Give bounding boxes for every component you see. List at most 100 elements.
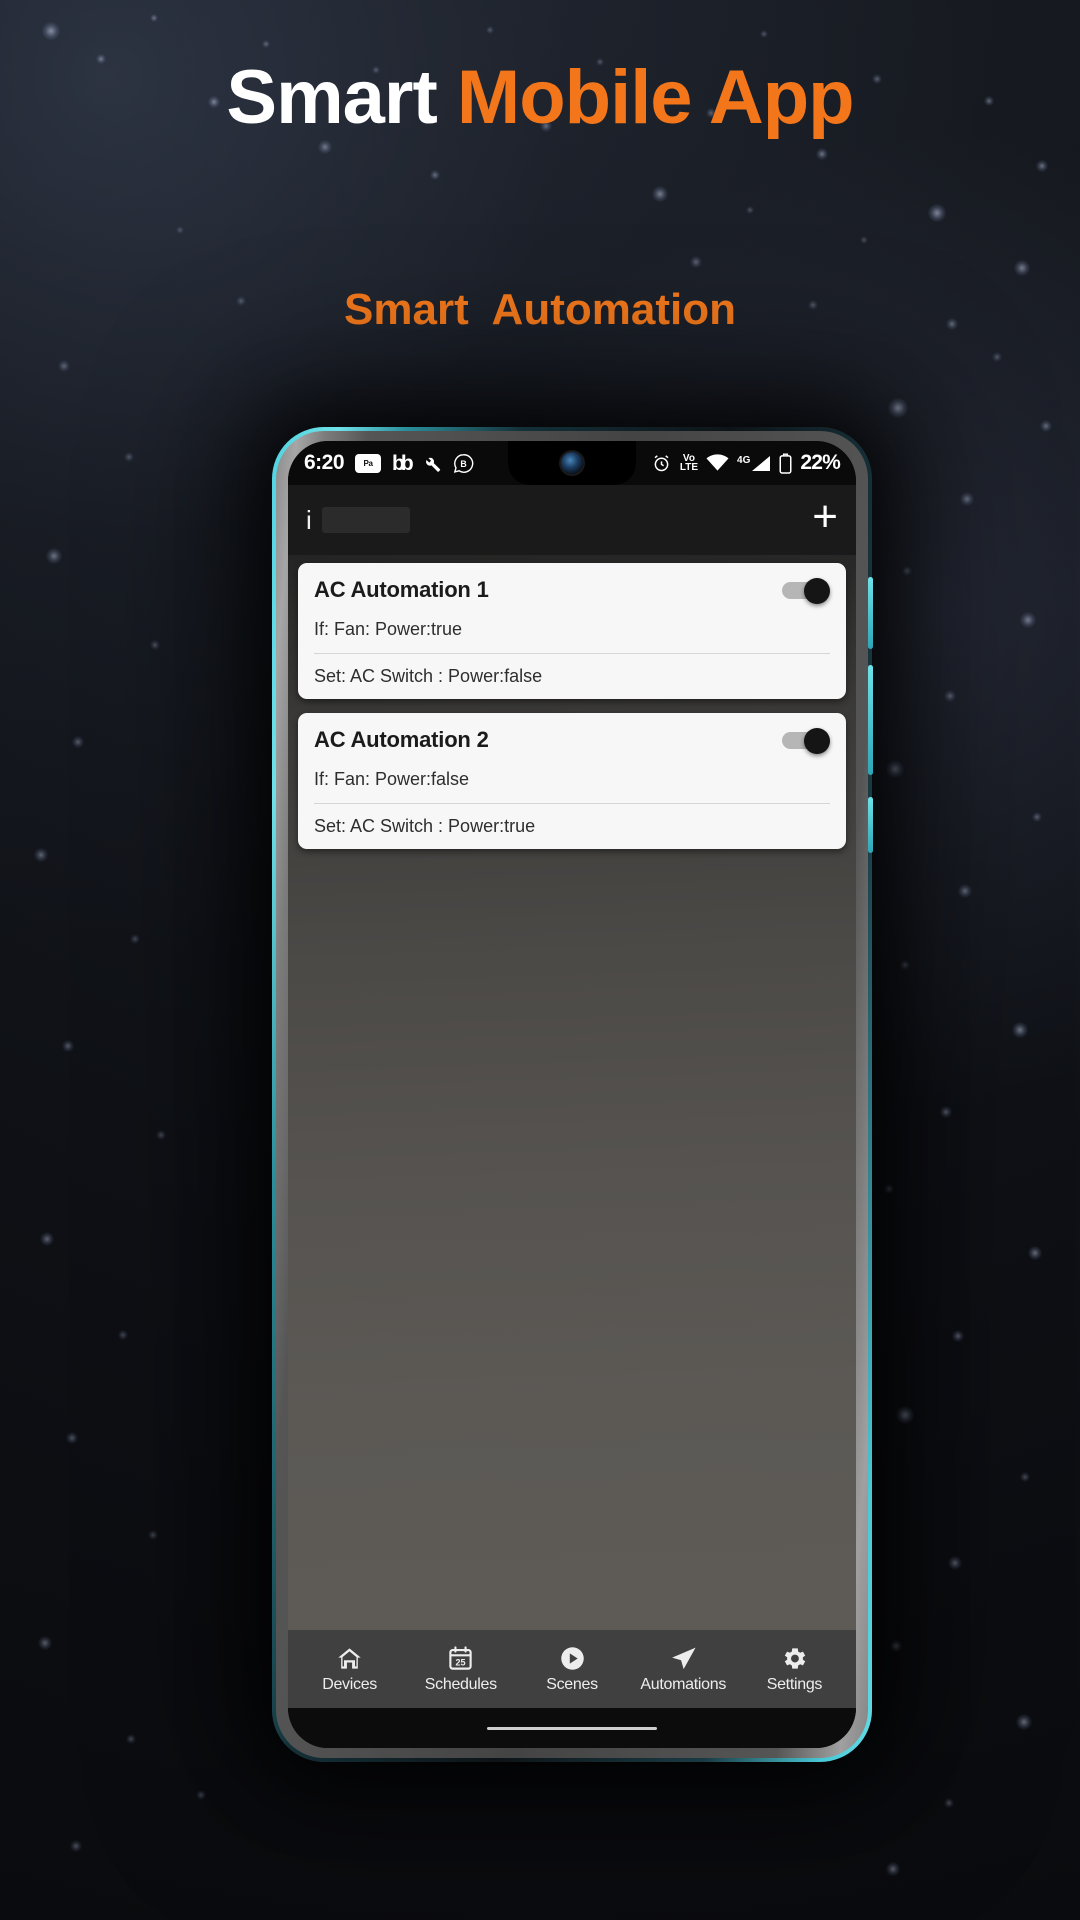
star-dot — [690, 256, 702, 268]
paytm-icon: Pa — [355, 453, 382, 473]
star-dot — [58, 360, 70, 372]
phone-volume-button — [868, 577, 873, 649]
nav-item-settings[interactable]: Settings — [739, 1644, 850, 1694]
play-circle-icon — [559, 1644, 586, 1672]
automation-card[interactable]: AC Automation 1 If: Fan: Power:true Set:… — [298, 563, 846, 699]
status-clock: 6:20 — [304, 451, 345, 474]
page-title-primary: Smart — [226, 55, 457, 140]
phone-screen: 6:20 Pa bb B Vo LTE 4G 22% i + AC Automa… — [288, 441, 856, 1748]
add-automation-button[interactable]: + — [812, 494, 838, 539]
star-dot — [148, 1530, 158, 1540]
nav-item-schedules[interactable]: 25 Schedules — [405, 1644, 516, 1694]
nav-label-settings: Settings — [766, 1676, 823, 1693]
volte-icon-bottom: LTE — [679, 462, 699, 473]
star-dot — [760, 30, 768, 38]
star-dot — [886, 1862, 900, 1876]
wifi-icon — [706, 454, 729, 472]
send-icon — [669, 1644, 698, 1672]
star-dot — [900, 960, 910, 970]
camera-notch — [508, 441, 636, 485]
whatsapp-business-icon: B — [453, 453, 474, 474]
star-dot — [150, 640, 160, 650]
star-dot — [958, 884, 972, 898]
star-dot — [62, 1040, 74, 1052]
status-bar-left: 6:20 Pa bb B — [304, 451, 474, 475]
page-subtitle: Smart Automation — [0, 285, 1080, 335]
automation-card-header: AC Automation 2 — [314, 727, 830, 754]
star-dot — [1016, 1714, 1032, 1730]
phone-frame: 6:20 Pa bb B Vo LTE 4G 22% i + AC Automa… — [276, 431, 868, 1758]
star-dot — [196, 1790, 206, 1800]
star-dot — [150, 14, 158, 22]
star-dot — [66, 1432, 78, 1444]
automation-toggle[interactable] — [782, 578, 830, 604]
nav-item-automations[interactable]: Automations — [628, 1644, 739, 1694]
status-bar-right: Vo LTE 4G 22% — [651, 451, 841, 475]
front-camera-icon — [561, 452, 583, 474]
star-dot — [902, 566, 912, 576]
star-dot — [46, 548, 62, 564]
nav-item-devices[interactable]: Devices — [294, 1644, 405, 1694]
star-dot — [860, 236, 868, 244]
star-dot — [1032, 812, 1042, 822]
phone-power-button — [868, 665, 873, 775]
gesture-navigation-bar — [288, 1708, 856, 1748]
star-dot — [1028, 1246, 1042, 1260]
star-dot — [1012, 1022, 1028, 1038]
app-header: i + — [288, 485, 856, 555]
star-dot — [1020, 612, 1036, 628]
star-dot — [1040, 420, 1052, 432]
star-dot — [1020, 1472, 1030, 1482]
star-dot — [486, 26, 494, 34]
star-dot — [176, 226, 184, 234]
nav-label-devices: Devices — [322, 1676, 377, 1693]
battery-percent-label: 22% — [800, 451, 840, 474]
phone-mockup: 6:20 Pa bb B Vo LTE 4G 22% i + AC Automa… — [272, 427, 873, 1762]
automation-action: Set: AC Switch : Power:false — [314, 666, 543, 686]
star-dot — [944, 690, 956, 702]
status-bar: 6:20 Pa bb B Vo LTE 4G 22% — [288, 441, 856, 485]
star-dot — [992, 352, 1002, 362]
automation-title: AC Automation 2 — [314, 727, 489, 752]
star-dot — [652, 186, 668, 202]
bottom-navigation: Devices 25 Schedules Scenes Automations … — [288, 1630, 856, 1708]
star-dot — [72, 736, 84, 748]
network-4g-icon: 4G — [737, 455, 771, 472]
automation-condition: If: Fan: Power:true — [314, 619, 463, 639]
automation-toggle[interactable] — [782, 728, 830, 754]
automation-condition: If: Fan: Power:false — [314, 769, 470, 789]
star-dot — [40, 1232, 54, 1246]
page-title: Smart Mobile App — [0, 56, 1080, 140]
star-dot — [126, 1734, 136, 1744]
automation-divider — [314, 803, 830, 804]
star-dot — [130, 934, 140, 944]
star-dot — [940, 1106, 952, 1118]
star-dot — [816, 148, 828, 160]
volte-icon: Vo LTE — [679, 453, 699, 473]
calendar-icon-badge: 25 — [456, 1657, 466, 1667]
star-dot — [884, 1184, 894, 1194]
page-title-accent: Mobile App — [456, 55, 855, 140]
star-dot — [1036, 160, 1048, 172]
paytm-icon-glyph: Pa — [355, 453, 382, 473]
star-dot — [156, 1130, 166, 1140]
calendar-icon: 25 — [447, 1644, 474, 1672]
star-dot — [1014, 260, 1030, 276]
automation-card[interactable]: AC Automation 2 If: Fan: Power:false Set… — [298, 713, 846, 849]
star-dot — [888, 398, 908, 418]
svg-text:B: B — [460, 459, 466, 469]
page-subtitle-text: Smart Automation — [344, 285, 736, 334]
nav-item-scenes[interactable]: Scenes — [516, 1644, 627, 1694]
star-dot — [896, 1406, 914, 1424]
star-dot — [948, 1556, 962, 1570]
wrench-icon — [421, 453, 442, 474]
automation-action: Set: AC Switch : Power:true — [314, 816, 536, 836]
star-dot — [928, 204, 946, 222]
automation-toggle-knob — [804, 578, 830, 604]
star-dot — [886, 760, 904, 778]
app-info-icon[interactable]: i — [306, 507, 312, 533]
gesture-pill[interactable] — [487, 1726, 657, 1730]
app-title-redacted — [321, 507, 410, 533]
home-icon — [336, 1644, 363, 1672]
star-dot — [952, 1330, 964, 1342]
